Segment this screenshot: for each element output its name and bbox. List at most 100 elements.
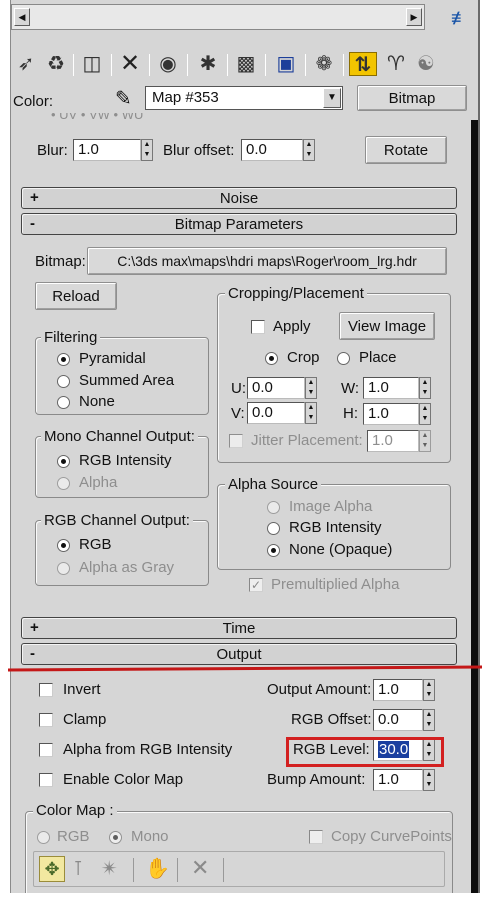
mono-rgb-intensity-label: RGB Intensity [79, 452, 172, 469]
mono-rgb-intensity-radio[interactable] [57, 455, 70, 468]
move-point-icon[interactable]: ✥ [39, 856, 65, 882]
corner-resize-icon[interactable]: ≢ [451, 6, 471, 30]
v-spinner[interactable]: ▲ ▼ [305, 402, 317, 424]
h-spinner[interactable]: ▲ ▼ [419, 403, 431, 425]
cropping-placement-title: Cropping/Placement [225, 285, 367, 302]
make-unique-icon[interactable]: ◉ [155, 52, 181, 76]
clamp-checkbox[interactable] [39, 713, 53, 727]
time-rollout-header[interactable]: + Time [21, 617, 457, 639]
eyedropper-icon[interactable]: ✎ [115, 86, 132, 111]
color-map-title: Color Map : [33, 802, 117, 819]
alpha-from-rgb-checkbox[interactable] [39, 743, 53, 757]
scale-point-icon[interactable]: ⊺ [73, 856, 83, 881]
u-label: U: [231, 380, 246, 397]
filtering-summed-area-radio[interactable] [57, 375, 70, 388]
scroll-right-button[interactable]: ▶ [406, 8, 422, 26]
assign-material-icon[interactable]: ◫ [79, 52, 105, 76]
v-label: V: [231, 405, 245, 422]
enable-color-map-checkbox[interactable] [39, 773, 53, 787]
blur-offset-spinner[interactable]: ▲ ▼ [303, 139, 315, 161]
color-map-mono-radio[interactable] [109, 831, 122, 844]
chevron-down-icon[interactable]: ▼ [323, 88, 341, 108]
put-to-scene-icon[interactable]: ♻ [43, 52, 69, 76]
h-field[interactable]: 1.0 [363, 403, 419, 425]
pan-hand-icon[interactable]: ✋ [145, 856, 170, 881]
place-radio[interactable] [337, 352, 350, 365]
rgb-offset-spinner[interactable]: ▲ ▼ [423, 709, 435, 731]
bitmap-parameters-rollout-header[interactable]: - Bitmap Parameters [21, 213, 457, 235]
color-label: Color: [13, 93, 54, 110]
filtering-none-radio[interactable] [57, 396, 70, 409]
delete-icon[interactable]: ✕ [117, 52, 143, 76]
insert-point-icon[interactable]: ✴ [101, 856, 118, 881]
alpha-rgb-intensity-label: RGB Intensity [289, 519, 382, 536]
show-end-result-icon[interactable]: ❁ [311, 52, 337, 76]
output-amount-field[interactable]: 1.0 [373, 679, 423, 701]
material-id-icon[interactable]: ▩ [233, 52, 259, 76]
premultiplied-alpha-label: Premultiplied Alpha [271, 576, 400, 593]
pick-material-icon[interactable]: ➶ [13, 52, 39, 76]
rgb-offset-field[interactable]: 0.0 [373, 709, 423, 731]
alpha-from-rgb-label: Alpha from RGB Intensity [63, 741, 233, 758]
reload-button[interactable]: Reload [35, 282, 117, 310]
go-forward-icon[interactable]: ♈ [383, 52, 409, 76]
alpha-rgb-intensity-radio[interactable] [267, 522, 280, 535]
bump-amount-field[interactable]: 1.0 [373, 769, 423, 791]
put-to-library-icon[interactable]: ✱ [195, 52, 221, 76]
show-map-icon[interactable]: ▣ [273, 52, 299, 76]
bitmap-parameters-title: Bitmap Parameters [174, 216, 304, 233]
enable-color-map-label: Enable Color Map [63, 771, 184, 788]
bump-amount-spinner[interactable]: ▲ ▼ [423, 769, 435, 791]
apply-checkbox[interactable] [251, 320, 265, 334]
blur-offset-field[interactable]: 0.0 [241, 139, 303, 161]
rgb-level-highlight-box [286, 737, 444, 767]
blur-spinner[interactable]: ▲ ▼ [141, 139, 153, 161]
u-spinner[interactable]: ▲ ▼ [305, 377, 317, 399]
jitter-placement-checkbox[interactable] [229, 434, 243, 448]
rgb-output-radio[interactable] [57, 539, 70, 552]
rgb-channel-title: RGB Channel Output: [41, 512, 193, 529]
crop-radio[interactable] [265, 352, 278, 365]
go-to-parent-icon[interactable]: ⇅ [349, 52, 377, 76]
none-opaque-label: None (Opaque) [289, 541, 393, 558]
map-type-button[interactable]: Bitmap [357, 85, 467, 111]
v-field[interactable]: 0.0 [247, 402, 305, 424]
curve-toolbar [33, 851, 445, 887]
output-rollout-header[interactable]: - Output [21, 643, 457, 665]
vertical-scrollbar[interactable] [471, 120, 478, 893]
bitmap-path-button[interactable]: C:\3ds max\maps\hdri maps\Roger\room_lrg… [87, 247, 447, 275]
output-amount-label: Output Amount: [267, 681, 372, 698]
partial-coordinates-row: • UV • VW • WU [51, 113, 144, 122]
alpha-as-gray-radio[interactable] [57, 562, 70, 575]
scroll-left-button[interactable]: ◀ [14, 8, 30, 26]
none-opaque-radio[interactable] [267, 544, 280, 557]
copy-curve-points-checkbox[interactable] [309, 830, 323, 844]
rgb-offset-label: RGB Offset: [291, 711, 372, 728]
output-amount-spinner[interactable]: ▲ ▼ [423, 679, 435, 701]
bitmap-label: Bitmap: [35, 253, 86, 270]
image-alpha-radio[interactable] [267, 501, 280, 514]
invert-checkbox[interactable] [39, 683, 53, 697]
w-field[interactable]: 1.0 [363, 377, 419, 399]
delete-point-icon[interactable]: ✕ [191, 855, 209, 881]
noise-rollout-header[interactable]: + Noise [21, 187, 457, 209]
color-map-rgb-radio[interactable] [37, 831, 50, 844]
u-field[interactable]: 0.0 [247, 377, 305, 399]
blur-field[interactable]: 1.0 [73, 139, 141, 161]
crop-label: Crop [287, 349, 320, 366]
mono-channel-title: Mono Channel Output: [41, 428, 198, 445]
horizontal-scrollbar[interactable]: ◀ ▶ [11, 4, 425, 30]
mono-alpha-radio[interactable] [57, 477, 70, 490]
map-name-dropdown[interactable]: Map #353 ▼ [145, 86, 343, 110]
jitter-spinner[interactable]: ▲ ▼ [419, 430, 431, 452]
filtering-pyramidal-label: Pyramidal [79, 350, 146, 367]
clamp-label: Clamp [63, 711, 107, 728]
view-image-button[interactable]: View Image [339, 312, 435, 340]
filtering-pyramidal-radio[interactable] [57, 353, 70, 366]
select-by-material-icon[interactable]: ☯ [413, 52, 439, 76]
premultiplied-alpha-checkbox[interactable]: ✓ [249, 578, 263, 592]
jitter-field[interactable]: 1.0 [367, 430, 419, 452]
w-spinner[interactable]: ▲ ▼ [419, 377, 431, 399]
rgb-channel-group [35, 520, 209, 586]
rotate-button[interactable]: Rotate [365, 136, 447, 164]
